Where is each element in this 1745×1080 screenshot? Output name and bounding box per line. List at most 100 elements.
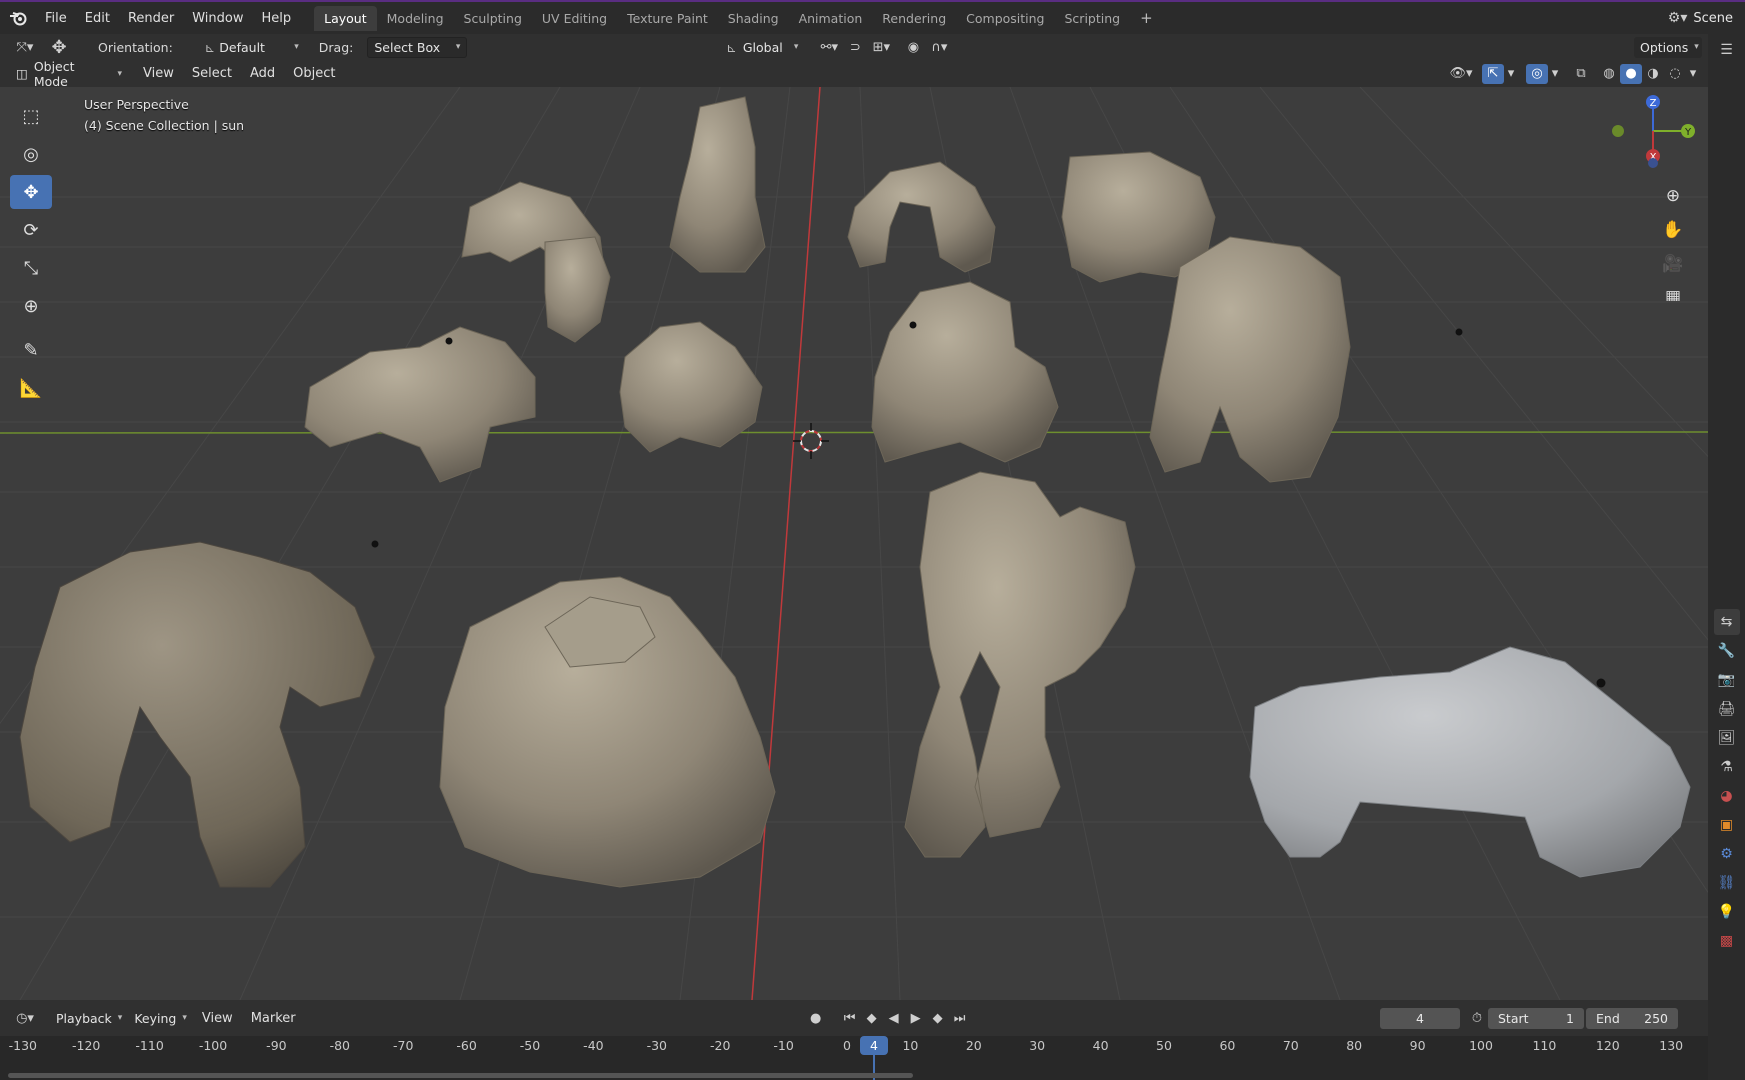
tab-texture-paint[interactable]: Texture Paint [617,6,718,31]
scene-icon[interactable]: ⚙▾ [1668,10,1688,26]
rock-object[interactable] [439,576,776,888]
jump-start-icon[interactable]: ⏮ [839,1008,861,1028]
gizmo-options-icon[interactable]: ▾ [1504,64,1518,84]
scale-tool-icon[interactable]: ⤡ [10,251,52,285]
menu-edit[interactable]: Edit [76,11,119,26]
drag-dropdown[interactable]: Select Box ▾ [367,36,468,58]
menu-help[interactable]: Help [253,11,301,26]
modifier-properties-icon[interactable]: ⚙ [1714,841,1740,867]
play-reverse-icon[interactable]: ◀ [883,1008,905,1028]
zoom-icon[interactable]: ⊕ [1666,186,1680,206]
scene-properties-icon[interactable]: ⚗ [1714,754,1740,780]
move-tool-icon[interactable]: ✥ [10,175,52,209]
rock-object[interactable] [847,161,996,273]
snap-toggle-icon[interactable]: ⊃ [844,37,866,57]
move-tool-icon[interactable]: ✥ [48,37,70,58]
pivot-point-icon[interactable]: ⚯▾ [814,37,844,57]
annotate-tool-icon[interactable]: ✎ [10,333,52,367]
tab-shading[interactable]: Shading [718,6,789,31]
next-keyframe-icon[interactable]: ◆ [927,1008,949,1028]
visibility-eye-icon[interactable]: 👁▾ [1446,64,1476,84]
tab-animation[interactable]: Animation [789,6,873,31]
menu-object[interactable]: Object [284,66,344,81]
add-workspace-icon[interactable]: + [1130,4,1163,32]
shading-options-icon[interactable]: ▾ [1686,64,1700,84]
tab-scripting[interactable]: Scripting [1055,6,1131,31]
mode-dropdown[interactable]: ◫ Object Mode ▾ [10,59,128,89]
end-frame-field[interactable]: End 250 [1586,1007,1678,1029]
editor-type-icon[interactable]: ◷▾ [10,1008,40,1028]
rotate-tool-icon[interactable]: ⟳ [10,213,52,247]
timeline-menu-marker[interactable]: Marker [242,1011,305,1026]
ortho-grid-icon[interactable]: ▦ [1665,287,1681,301]
3d-viewport[interactable]: ⬚ ◎ ✥ ⟳ ⤡ ⊕ ✎ 📐 User Perspective (4) Sce… [0,87,1708,1000]
xray-toggle-icon[interactable]: ⧉ [1570,64,1592,84]
orientation-dropdown[interactable]: ⊾ Default ▾ [199,37,305,58]
playback-menu[interactable]: Playback ▾ [50,1008,128,1029]
solid-shading-icon[interactable]: ● [1620,63,1642,84]
transform-tool-icon[interactable]: ⊕ [10,289,52,323]
menu-view[interactable]: View [134,66,183,81]
rock-object[interactable] [669,96,766,273]
current-frame-field[interactable]: 4 [1380,1007,1460,1029]
overlays-toggle-icon[interactable]: ◎ [1526,63,1548,84]
keying-menu[interactable]: Keying ▾ [128,1008,193,1029]
rock-object[interactable] [304,326,536,483]
tab-compositing[interactable]: Compositing [956,6,1054,31]
material-shading-icon[interactable]: ◑ [1642,64,1664,84]
record-icon[interactable]: ● [805,1008,827,1028]
gizmo-axis-neg-z[interactable] [1648,158,1658,168]
menu-select[interactable]: Select [183,66,241,81]
menu-render[interactable]: Render [119,11,183,26]
object-properties-icon[interactable]: ▣ [1714,812,1740,838]
tool-select-icon[interactable]: ⤧▾ [10,37,40,57]
menu-add[interactable]: Add [241,66,284,81]
navigation-gizmo[interactable]: Z Y X ⊕ ✋ 🎥 ▦ [1600,91,1708,301]
tab-uv-editing[interactable]: UV Editing [532,6,617,31]
active-tool-tab-icon[interactable]: ⇆ [1713,609,1740,635]
proportional-edit-icon[interactable]: ◉ [902,37,924,57]
proportional-falloff-icon[interactable]: ∩▾ [924,37,954,57]
options-dropdown[interactable]: Options ▾ [1634,36,1702,58]
blender-logo-icon[interactable] [0,10,36,26]
rock-object[interactable] [1149,236,1351,483]
tab-sculpting[interactable]: Sculpting [454,6,532,31]
outliner-icon[interactable]: ☰ [1714,37,1740,63]
world-properties-icon[interactable]: ◕ [1714,783,1740,809]
output-properties-icon[interactable]: 🖨 [1714,696,1740,722]
texture-properties-icon[interactable]: ▩ [1714,928,1740,954]
play-icon[interactable]: ▶ [905,1008,927,1028]
rock-object[interactable] [904,471,1136,858]
view-layer-icon[interactable]: 🖼 [1714,725,1740,751]
overlays-options-icon[interactable]: ▾ [1548,64,1562,84]
prev-keyframe-icon[interactable]: ◆ [861,1008,883,1028]
measure-tool-icon[interactable]: 📐 [10,371,52,405]
viewport-scene[interactable] [0,87,1708,1000]
tab-rendering[interactable]: Rendering [872,6,956,31]
constraint-properties-icon[interactable]: ⛓ [1714,870,1740,896]
tool-properties-icon[interactable]: 🔧 [1714,638,1740,664]
start-frame-field[interactable]: Start 1 [1488,1007,1584,1029]
3d-cursor[interactable] [793,423,829,459]
rendered-shading-icon[interactable]: ◌ [1664,64,1686,84]
data-properties-icon[interactable]: 💡 [1714,899,1740,925]
playhead[interactable]: 4 [860,1036,888,1055]
tab-layout[interactable]: Layout [314,5,377,31]
timeline-ruler[interactable]: -130 -120 -110 -100 -90 -80 -70 -60 -50 -40 -30 -20… [0,1036,1708,1080]
wireframe-shading-icon[interactable]: ◍ [1598,64,1620,84]
transform-orientation-dropdown[interactable]: ⊾ Global ▾ [720,37,804,58]
rock-object-selected[interactable] [1249,646,1691,878]
select-box-tool-icon[interactable]: ⬚ [10,99,52,133]
tab-modeling[interactable]: Modeling [377,6,454,31]
snap-target-icon[interactable]: ⊞▾ [866,37,896,57]
rock-object[interactable] [871,281,1059,463]
timeline-menu-view[interactable]: View [193,1011,242,1026]
timeline-scrollbar[interactable] [8,1073,913,1078]
cursor-tool-icon[interactable]: ◎ [10,137,52,171]
menu-window[interactable]: Window [183,11,252,26]
rock-object[interactable] [619,321,763,453]
clock-icon[interactable]: ⏱ [1466,1008,1488,1028]
pan-hand-icon[interactable]: ✋ [1662,219,1683,240]
jump-end-icon[interactable]: ⏭ [949,1008,971,1028]
render-properties-icon[interactable]: 📷 [1714,667,1740,693]
